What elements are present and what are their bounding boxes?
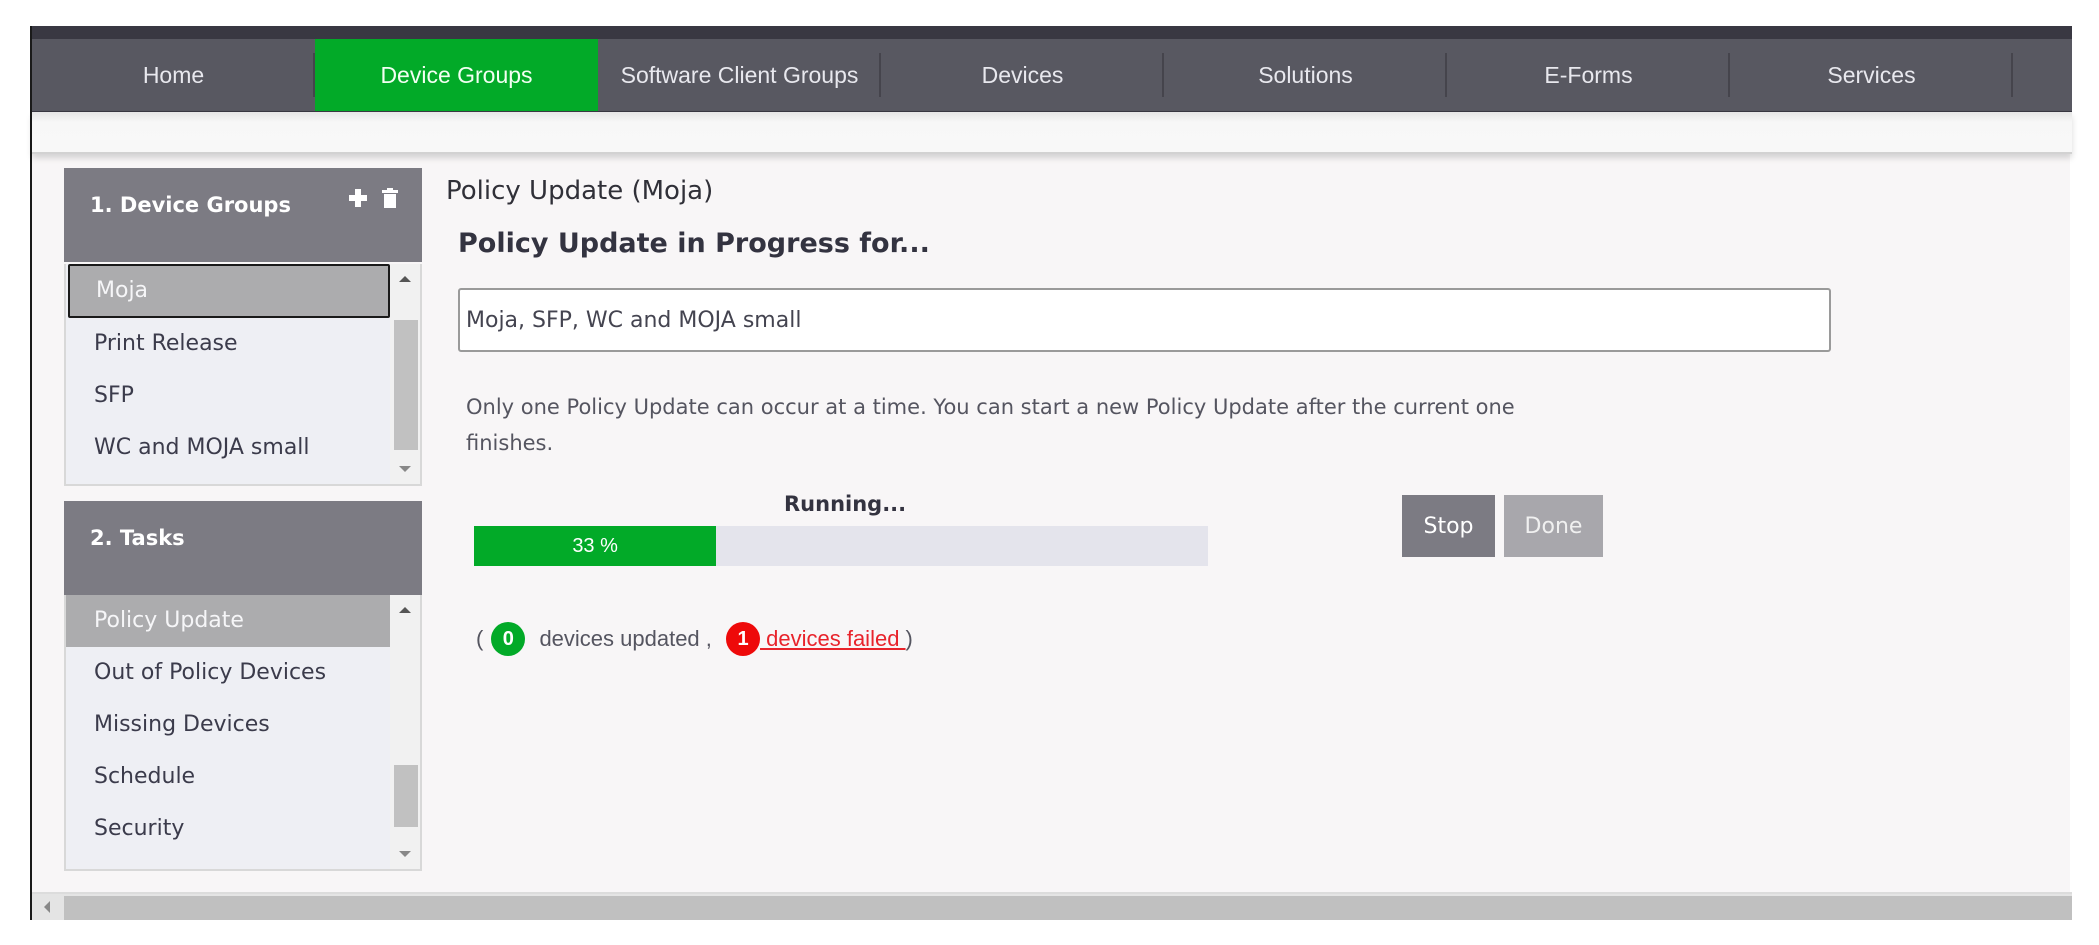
device-groups-list: Moja Print Release SFP WC and MOJA small <box>64 264 422 486</box>
top-navigation: Home Device Groups Software Client Group… <box>32 26 2072 112</box>
info-text: Only one Policy Update can occur at a ti… <box>466 395 1515 455</box>
page-title: Policy Update (Moja) <box>446 176 714 206</box>
task-item-security[interactable]: Security <box>66 803 391 855</box>
paren-open: ( <box>476 626 484 651</box>
paren-close: ) <box>905 626 913 651</box>
nav-devices[interactable]: Devices <box>881 39 1164 111</box>
scroll-thumb[interactable] <box>394 320 418 450</box>
panel-title: 2. Tasks <box>90 526 185 550</box>
panel-tools <box>348 188 398 213</box>
task-item-policy-update[interactable]: Policy Update <box>66 595 391 647</box>
app-window: Home Device Groups Software Client Group… <box>30 26 2072 920</box>
stop-button[interactable]: Stop <box>1402 495 1495 557</box>
tasks-list: Policy Update Out of Policy Devices Miss… <box>64 595 422 871</box>
horizontal-scrollbar[interactable] <box>32 892 2072 920</box>
groups-scrollbar[interactable] <box>390 264 420 484</box>
scroll-up-icon[interactable] <box>399 276 411 282</box>
scroll-up-icon[interactable] <box>399 607 411 613</box>
panel-title: 1. Device Groups <box>90 193 291 217</box>
nav-label: Devices <box>981 61 1064 88</box>
nav-solutions[interactable]: Solutions <box>1164 39 1447 111</box>
update-summary: ( 0 devices updated , 1 devices failed ) <box>476 622 913 656</box>
device-groups-panel: 1. Device Groups Moja Print Release SFP … <box>64 168 422 486</box>
progress-bar: 33 % <box>474 526 1208 566</box>
sub-toolbar <box>32 112 2072 154</box>
nav-separator <box>2011 53 2013 97</box>
progress-text: 33 % <box>572 534 618 557</box>
updated-text: devices updated , <box>533 626 719 651</box>
trash-icon[interactable] <box>382 188 398 213</box>
tasks-panel: 2. Tasks Policy Update Out of Policy Dev… <box>64 501 422 871</box>
nav-label: Software Client Groups <box>620 61 859 88</box>
done-button[interactable]: Done <box>1504 495 1603 557</box>
updated-count-badge: 0 <box>491 622 526 656</box>
task-item-missing-devices[interactable]: Missing Devices <box>66 699 391 751</box>
group-item-sfp[interactable]: SFP <box>66 370 391 422</box>
group-item-print-release[interactable]: Print Release <box>66 318 391 370</box>
nav-e-forms[interactable]: E-Forms <box>1447 39 1730 111</box>
tasks-scrollbar[interactable] <box>390 595 420 869</box>
nav-label: Home <box>142 61 205 88</box>
nav-home[interactable]: Home <box>32 39 315 111</box>
scroll-thumb[interactable] <box>64 896 2072 920</box>
scroll-thumb[interactable] <box>394 765 418 827</box>
nav-software-client-groups[interactable]: Software Client Groups <box>598 39 881 111</box>
section-title: Policy Update in Progress for... <box>458 228 930 259</box>
nav-label: Services <box>1827 61 1916 88</box>
scroll-down-icon[interactable] <box>399 466 411 472</box>
devices-failed-link[interactable]: devices failed <box>760 626 906 652</box>
progress-fill: 33 % <box>474 526 717 566</box>
nav-label: Device Groups <box>380 61 533 88</box>
task-item-out-of-policy-devices[interactable]: Out of Policy Devices <box>66 647 391 699</box>
target-groups-field[interactable] <box>458 288 1831 352</box>
failed-count-badge: 1 <box>726 622 761 656</box>
nav-services[interactable]: Services <box>1730 39 2013 111</box>
group-item-moja[interactable]: Moja <box>68 264 390 318</box>
nav-label: Solutions <box>1258 61 1353 88</box>
task-item-schedule[interactable]: Schedule <box>66 751 391 803</box>
nav-label: E-Forms <box>1544 61 1633 88</box>
nav-device-groups[interactable]: Device Groups <box>315 39 598 111</box>
nav-bar: Home Device Groups Software Client Group… <box>32 39 2072 111</box>
status-label: Running... <box>784 492 907 516</box>
scroll-down-icon[interactable] <box>399 851 411 857</box>
scroll-left-icon[interactable] <box>44 901 50 913</box>
plus-icon[interactable] <box>348 188 368 213</box>
group-item-wc-and-moja-small[interactable]: WC and MOJA small <box>66 422 391 474</box>
device-groups-header: 1. Device Groups <box>64 168 422 262</box>
tasks-header: 2. Tasks <box>64 501 422 595</box>
